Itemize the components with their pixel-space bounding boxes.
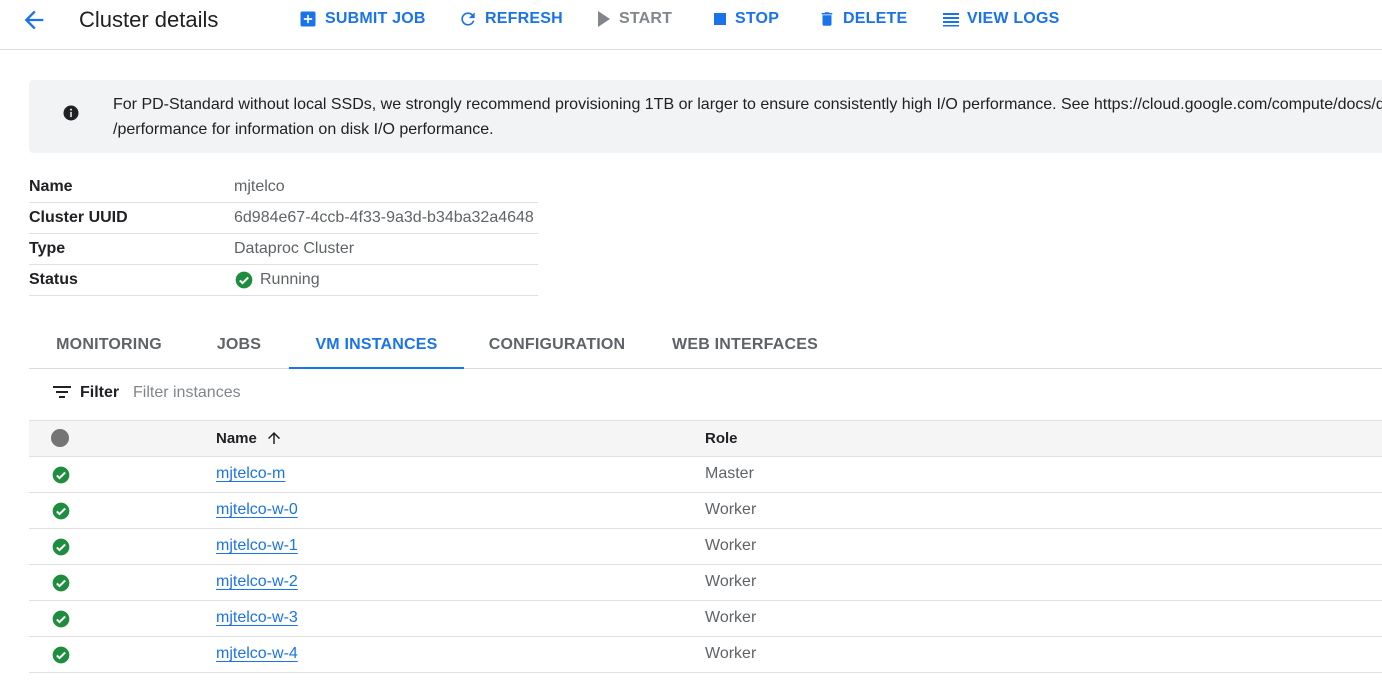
instance-role: Worker [705, 501, 757, 518]
check-circle-icon [52, 610, 70, 628]
name-column-header[interactable]: Name [216, 429, 283, 447]
detail-key: Type [29, 240, 66, 257]
refresh-icon [461, 12, 475, 26]
tab-web-interfaces[interactable]: WEB INTERFACES [650, 322, 840, 368]
status-text: Running [260, 271, 320, 288]
detail-row-name: Name mjtelco [29, 172, 538, 203]
banner-message: For PD-Standard without local SSDs, we s… [113, 92, 1382, 142]
check-circle-icon [52, 574, 70, 592]
filter-instances-input[interactable] [133, 382, 633, 404]
table-row: mjtelco-w-3 Worker [29, 601, 1382, 637]
table-row: mjtelco-m Master [29, 457, 1382, 493]
table-header: Name Role [29, 420, 1382, 457]
toolbar: Cluster details SUBMIT JOB REFRESH START… [0, 0, 1382, 50]
instance-name-link[interactable]: mjtelco-w-2 [216, 573, 298, 591]
detail-key: Name [29, 178, 73, 195]
instance-name-link[interactable]: mjtelco-w-3 [216, 609, 298, 627]
tab-vm-instances[interactable]: VM INSTANCES [289, 322, 464, 369]
instance-name-link[interactable]: mjtelco-m [216, 465, 285, 483]
list-icon [943, 13, 959, 27]
filter-icon[interactable] [53, 385, 71, 399]
page-title: Cluster details [79, 7, 219, 32]
detail-row-uuid: Cluster UUID 6d984e67-4ccb-4f33-9a3d-b34… [29, 203, 538, 234]
detail-row-status: Status Running [29, 265, 538, 296]
instance-role: Worker [705, 573, 757, 590]
check-circle-icon [235, 271, 253, 289]
tab-jobs[interactable]: JOBS [189, 322, 289, 368]
refresh-button[interactable]: REFRESH [458, 8, 563, 30]
instance-name-link[interactable]: mjtelco-w-4 [216, 645, 298, 663]
arrow-back-icon [24, 10, 44, 30]
name-header-label: Name [216, 429, 257, 447]
instance-role: Worker [705, 537, 757, 554]
submit-job-label: SUBMIT JOB [325, 10, 426, 27]
check-circle-icon [52, 538, 70, 556]
delete-label: DELETE [843, 10, 908, 27]
cluster-type-value: Dataproc Cluster [234, 240, 355, 257]
detail-row-type: Type Dataproc Cluster [29, 234, 538, 265]
add-box-icon [300, 11, 316, 27]
delete-button[interactable]: DELETE [818, 8, 907, 30]
submit-job-button[interactable]: SUBMIT JOB [298, 8, 426, 30]
table-row: mjtelco-w-2 Worker [29, 565, 1382, 601]
back-button[interactable] [20, 6, 48, 34]
detail-key: Status [29, 271, 78, 288]
check-circle-icon [52, 466, 70, 484]
trash-icon [821, 12, 833, 26]
status-column-icon [51, 429, 69, 447]
play-icon [598, 11, 610, 27]
info-icon [63, 105, 79, 121]
instance-role: Worker [705, 609, 757, 626]
table-row: mjtelco-w-1 Worker [29, 529, 1382, 565]
tab-bar: MONITORING JOBS VM INSTANCES CONFIGURATI… [29, 322, 1382, 369]
instance-name-link[interactable]: mjtelco-w-0 [216, 501, 298, 519]
arrow-up-icon [267, 432, 280, 444]
banner-line-1: For PD-Standard without local SSDs, we s… [113, 96, 1382, 113]
detail-key: Cluster UUID [29, 209, 128, 226]
instance-name-link[interactable]: mjtelco-w-1 [216, 537, 298, 555]
cluster-details-table: Name mjtelco Cluster UUID 6d984e67-4ccb-… [29, 172, 538, 296]
view-logs-label: VIEW LOGS [967, 10, 1060, 27]
vm-instances-table: Name Role mjtelco-m Master mjtelco-w-0 W… [29, 420, 1382, 673]
filter-bar: Filter [29, 369, 1382, 419]
tab-configuration[interactable]: CONFIGURATION [464, 322, 650, 368]
stop-icon [714, 13, 726, 25]
table-row: mjtelco-w-4 Worker [29, 637, 1382, 673]
stop-button[interactable]: STOP [712, 8, 779, 30]
refresh-label: REFRESH [485, 10, 563, 27]
filter-label: Filter [80, 384, 120, 401]
banner-line-2: /performance for information on disk I/O… [113, 121, 494, 138]
instance-role: Master [705, 465, 754, 482]
cluster-status-value: Running [234, 270, 320, 290]
stop-label: STOP [735, 10, 780, 27]
start-button[interactable]: START [596, 8, 672, 30]
instance-role: Worker [705, 645, 757, 662]
tab-monitoring[interactable]: MONITORING [29, 322, 189, 368]
info-banner: For PD-Standard without local SSDs, we s… [29, 80, 1382, 153]
cluster-uuid-value: 6d984e67-4ccb-4f33-9a3d-b34ba32a4648 [234, 209, 534, 226]
check-circle-icon [52, 646, 70, 664]
check-circle-icon [52, 502, 70, 520]
role-column-header: Role [705, 430, 738, 447]
start-label: START [619, 10, 673, 27]
table-row: mjtelco-w-0 Worker [29, 493, 1382, 529]
view-logs-button[interactable]: VIEW LOGS [942, 8, 1059, 30]
cluster-name-value: mjtelco [234, 178, 285, 195]
